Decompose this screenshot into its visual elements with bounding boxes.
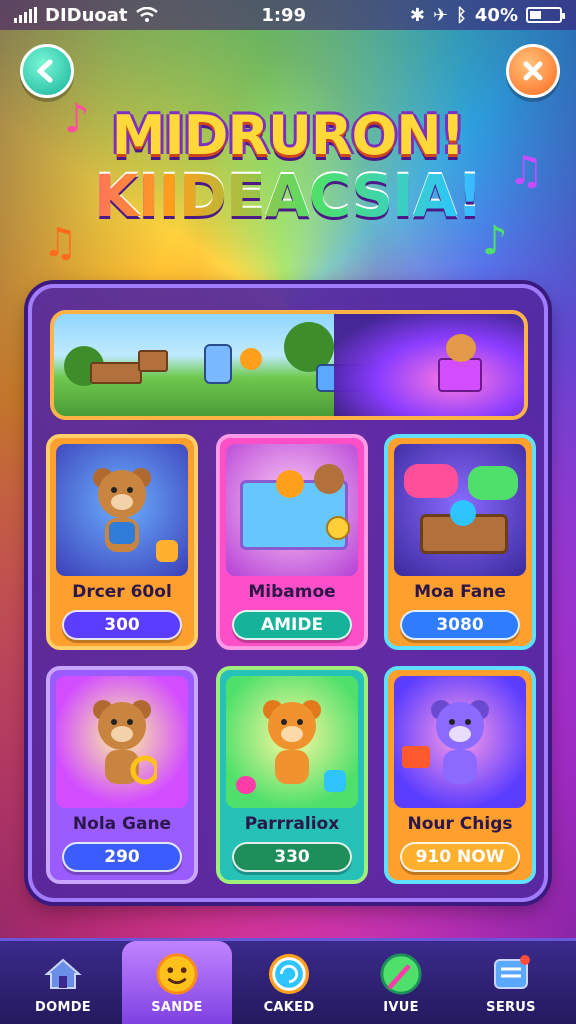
game-card-button[interactable]: 290 [62,842,182,872]
smiley-icon [155,952,199,996]
gem-icon [450,500,476,526]
game-title-line1: MIDRURON! [111,104,465,167]
pipe-illustration [404,464,458,498]
nav-label: CAKED [263,1000,315,1015]
horn-illustration [402,746,430,768]
game-card[interactable]: Moa Fane 3080 [384,434,536,650]
nav-label: SERUS [486,1000,536,1015]
bird-illustration [276,470,304,498]
back-button[interactable] [20,44,74,98]
bluetooth-icon: ✱ [409,4,425,26]
home-icon [41,952,85,996]
refresh-icon [267,952,311,996]
game-select-panel: Drcer 60ol 300 Mibamoe AMIDE Moa Fane 30… [28,284,548,902]
game-card[interactable]: Mibamoe AMIDE [216,434,368,650]
game-card-title: Moa Fane [414,582,506,602]
nav-item-caked[interactable]: CAKED [234,941,344,1024]
game-card[interactable]: Nour Chigs 910 NOW [384,666,536,884]
battery-icon [525,7,565,23]
bear-head-illustration [446,334,476,362]
card-artwork [56,676,188,808]
coin-icon [326,516,350,540]
heart-icon [236,776,256,794]
nav-item-sande[interactable]: SANDE [122,941,232,1024]
card-artwork [56,444,188,576]
game-card-button[interactable]: 910 NOW [400,842,520,872]
airplane-icon: ✈ [432,4,449,26]
game-card-title: Parrraliox [244,814,340,834]
wifi-icon [135,7,158,22]
game-card[interactable]: Drcer 60ol 300 [46,434,198,650]
mirror-illustration [204,344,232,384]
game-card-title: Mibamoe [248,582,336,602]
game-card[interactable]: Nola Gane 290 [46,666,198,884]
carrier-name: DIDuoat [45,4,128,26]
clock: 1:99 [261,4,307,26]
arrow-left-icon [37,59,53,83]
block-icon [156,540,178,562]
nav-item-serus[interactable]: SERUS [456,941,566,1024]
card-artwork [226,676,358,808]
card-artwork [394,676,526,808]
crate-illustration [138,350,168,372]
nav-label: SANDE [151,1000,203,1015]
featured-banner[interactable] [50,310,528,420]
bear-character-icon [263,700,321,784]
signal-icon [14,7,37,23]
magic-swirl [334,314,524,416]
nav-item-ivue[interactable]: IVUE [346,941,456,1024]
ball-illustration [240,348,262,370]
settings-icon [489,952,533,996]
card-artwork [226,444,358,576]
bear-character-icon [431,700,489,784]
nav-label: IVUE [383,1000,419,1015]
close-button[interactable] [506,44,560,98]
gem-icon [324,770,346,792]
gem-icon [379,952,423,996]
game-card-button[interactable]: 3080 [400,610,520,640]
card-artwork [394,444,526,576]
status-bar: DIDuoat 1:99 ✱ ✈ ᛒ 40% [0,0,576,30]
game-card[interactable]: Parrraliox 330 [216,666,368,884]
bear-character-icon [93,468,151,552]
battery-percent: 40% [474,4,518,26]
bear-character-icon [93,700,157,785]
game-card-button[interactable]: 300 [62,610,182,640]
nav-item-home[interactable]: DOMDE [8,941,118,1024]
ball-illustration [314,464,344,494]
cart-illustration [438,358,482,392]
bluetooth-alt-icon: ᛒ [456,4,467,26]
game-card-title: Nola Gane [72,814,172,834]
bottom-navigation: DOMDE SANDE CAKED IVUE SERUS [0,938,576,1024]
game-card-button[interactable]: 330 [232,842,352,872]
pipe-illustration [468,466,518,500]
game-card-title: Nour Chigs [407,814,513,834]
crate-illustration [90,362,142,384]
game-card-title: Drcer 60ol [72,582,172,602]
game-title-line2: KIIDEACSIA! [0,162,576,230]
close-icon [523,61,543,81]
nav-label: DOMDE [35,1000,91,1015]
game-card-button[interactable]: AMIDE [232,610,352,640]
